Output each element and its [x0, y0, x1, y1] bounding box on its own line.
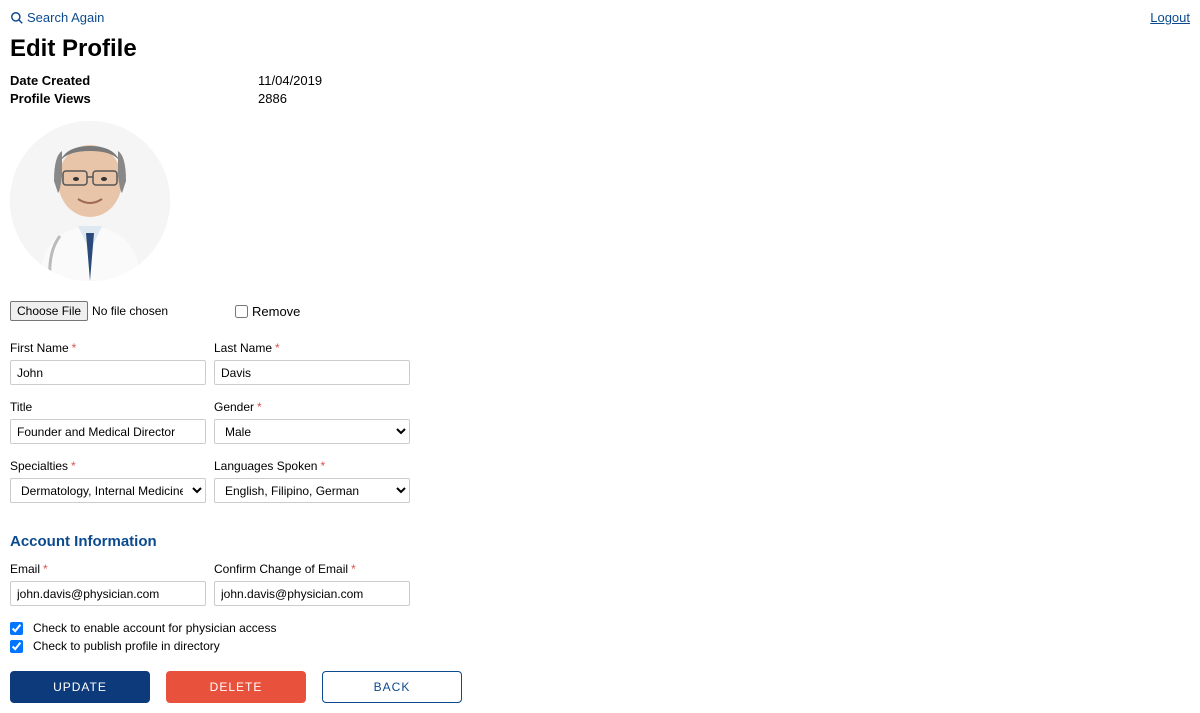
file-upload-row: Choose File No file chosen Remove — [10, 301, 1190, 321]
date-created-value: 11/04/2019 — [258, 73, 322, 88]
specialties-label: Specialties* — [10, 459, 206, 473]
physician-access-text: Check to enable account for physician ac… — [33, 621, 276, 635]
profile-views-label: Profile Views — [10, 91, 258, 106]
avatar — [10, 121, 170, 281]
profile-views-row: Profile Views 2886 — [10, 91, 1190, 106]
first-name-input[interactable] — [10, 360, 206, 385]
title-label: Title — [10, 400, 206, 414]
physician-access-checkbox[interactable] — [10, 622, 23, 635]
file-input[interactable]: Choose File No file chosen — [10, 301, 235, 321]
avatar-image — [10, 121, 170, 281]
delete-button[interactable]: DELETE — [166, 671, 306, 703]
last-name-group: Last Name* — [214, 341, 410, 385]
languages-group: Languages Spoken* English, Filipino, Ger… — [214, 459, 410, 503]
remove-photo-checkbox[interactable] — [235, 305, 248, 318]
email-label: Email* — [10, 562, 206, 576]
search-icon — [10, 11, 24, 25]
languages-select[interactable]: English, Filipino, German — [214, 478, 410, 503]
date-created-row: Date Created 11/04/2019 — [10, 73, 1190, 88]
search-again-text: Search Again — [27, 10, 104, 25]
no-file-chosen-text: No file chosen — [92, 304, 168, 318]
first-name-group: First Name* — [10, 341, 206, 385]
publish-directory-text: Check to publish profile in directory — [33, 639, 220, 653]
gender-select[interactable]: Male — [214, 419, 410, 444]
search-again-link[interactable]: Search Again — [10, 10, 104, 25]
email-input[interactable] — [10, 581, 206, 606]
profile-views-value: 2886 — [258, 91, 287, 106]
gender-label: Gender* — [214, 400, 410, 414]
date-created-label: Date Created — [10, 73, 258, 88]
physician-access-row[interactable]: Check to enable account for physician ac… — [10, 621, 1190, 635]
title-group: Title — [10, 400, 206, 444]
confirm-email-label: Confirm Change of Email* — [214, 562, 410, 576]
last-name-label: Last Name* — [214, 341, 410, 355]
specialties-select[interactable]: Dermatology, Internal Medicine, Obstetri… — [10, 478, 206, 503]
last-name-input[interactable] — [214, 360, 410, 385]
publish-directory-row[interactable]: Check to publish profile in directory — [10, 639, 1190, 653]
button-row: UPDATE DELETE BACK — [10, 671, 1190, 703]
page-title: Edit Profile — [10, 35, 1190, 63]
update-button[interactable]: UPDATE — [10, 671, 150, 703]
confirm-email-input[interactable] — [214, 581, 410, 606]
publish-directory-checkbox[interactable] — [10, 640, 23, 653]
confirm-email-group: Confirm Change of Email* — [214, 562, 410, 606]
back-button[interactable]: BACK — [322, 671, 462, 703]
first-name-label: First Name* — [10, 341, 206, 355]
choose-file-button[interactable]: Choose File — [10, 301, 88, 321]
remove-photo-label[interactable]: Remove — [235, 304, 300, 319]
languages-label: Languages Spoken* — [214, 459, 410, 473]
remove-photo-text: Remove — [252, 304, 300, 319]
logout-link[interactable]: Logout — [1150, 10, 1190, 25]
specialties-group: Specialties* Dermatology, Internal Medic… — [10, 459, 206, 503]
top-bar: Search Again Logout — [10, 10, 1190, 25]
title-input[interactable] — [10, 419, 206, 444]
email-group: Email* — [10, 562, 206, 606]
gender-group: Gender* Male — [214, 400, 410, 444]
account-info-header: Account Information — [10, 533, 1190, 550]
